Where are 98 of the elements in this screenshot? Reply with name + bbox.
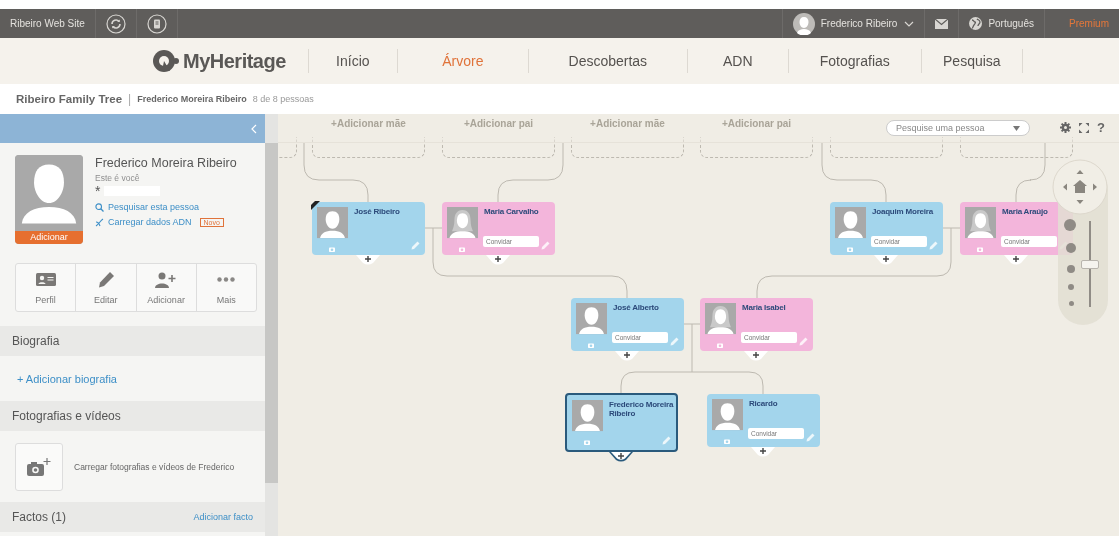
- mail-icon[interactable]: [935, 18, 949, 29]
- person-name: Maria Carvalho: [484, 207, 539, 216]
- id-card-icon: [35, 273, 56, 286]
- nav-tab[interactable]: Descobertas: [528, 49, 688, 73]
- language-selector[interactable]: Português: [988, 18, 1034, 29]
- avatar-icon[interactable]: [792, 12, 815, 35]
- add-relative-tab[interactable]: [874, 255, 898, 265]
- site-name[interactable]: Ribeiro Web Site: [10, 18, 85, 29]
- people-count: 8 de 8 pessoas: [252, 94, 314, 104]
- subtitle: Este é você: [95, 173, 141, 183]
- empty-parent-slot[interactable]: [830, 137, 943, 158]
- help-button[interactable]: ?: [1097, 121, 1105, 134]
- person-name: Maria Isabel: [742, 303, 786, 312]
- nav-tab[interactable]: Pesquisa: [921, 49, 1023, 73]
- dropdown-caret-icon[interactable]: [1013, 125, 1020, 131]
- upload-text: Carregar fotografias e vídeos de Frederico: [74, 462, 235, 472]
- tree-name[interactable]: Ribeiro Family Tree: [16, 93, 123, 105]
- upload-photo-button[interactable]: [15, 443, 63, 491]
- camera-icon[interactable]: [581, 438, 593, 446]
- connector-line: [497, 141, 564, 203]
- camera-add-icon: [27, 458, 51, 476]
- pencil-icon[interactable]: [929, 241, 938, 250]
- person-name: Ricardo: [749, 399, 778, 408]
- add-relative-tab[interactable]: [609, 452, 633, 462]
- pencil-icon[interactable]: [411, 241, 420, 250]
- person-name: Maria Araújo: [1002, 207, 1048, 216]
- empty-parent-slot[interactable]: [700, 137, 813, 158]
- pan-control[interactable]: [1052, 159, 1108, 215]
- nav-tab[interactable]: ADN: [687, 49, 789, 73]
- section-title: Fotografias e vídeos: [12, 409, 121, 423]
- pencil-icon[interactable]: [670, 337, 679, 346]
- scrollbar[interactable]: [265, 114, 278, 536]
- zoom-level-dot[interactable]: [1068, 284, 1074, 290]
- camera-icon[interactable]: [974, 245, 986, 253]
- connector-line: [303, 141, 369, 203]
- birth-mark: *: [95, 185, 101, 197]
- slider-thumb[interactable]: [1081, 259, 1099, 269]
- empty-parent-slot[interactable]: [312, 137, 425, 158]
- person-name[interactable]: Frederico Moreira Ribeiro: [137, 94, 247, 104]
- person-card[interactable]: José Ribeiro: [312, 202, 425, 255]
- collapse-icon[interactable]: [251, 123, 257, 134]
- zoom-level-dot[interactable]: [1068, 300, 1074, 306]
- pencil-icon[interactable]: [799, 337, 808, 346]
- chevron-down-icon[interactable]: [904, 20, 915, 27]
- edit-button[interactable]: Editar: [76, 264, 137, 311]
- settings-icon[interactable]: [1060, 122, 1071, 133]
- nav-tab[interactable]: Árvore: [397, 49, 529, 73]
- connector-line: [1015, 141, 1046, 203]
- add-relative-tab[interactable]: [615, 351, 639, 361]
- more-button[interactable]: Mais: [196, 264, 256, 311]
- document-icon[interactable]: [146, 13, 167, 34]
- person-name: José Ribeiro: [354, 207, 400, 216]
- pencil-icon: [96, 270, 115, 289]
- search-icon: [95, 202, 104, 212]
- camera-icon[interactable]: [326, 245, 338, 253]
- camera-icon[interactable]: [456, 245, 468, 253]
- add-photo-button[interactable]: Adicionar: [15, 231, 83, 244]
- user-name[interactable]: Frederico Ribeiro: [820, 18, 898, 29]
- upload-dna-link[interactable]: Carregar dados ADN: [108, 217, 192, 227]
- add-fact-link[interactable]: Adicionar facto: [193, 512, 253, 522]
- profile-button[interactable]: Perfil: [16, 264, 77, 311]
- person-name: Frederico Moreira Ribeiro: [609, 400, 674, 418]
- add-relative-tab[interactable]: [744, 351, 768, 361]
- zoom-level-dot[interactable]: [1067, 265, 1075, 273]
- nav-tab[interactable]: Fotografias: [788, 49, 922, 73]
- pencil-icon[interactable]: [662, 436, 671, 445]
- add-relative-tab[interactable]: [486, 255, 510, 265]
- connector-line: [821, 141, 887, 203]
- add-button[interactable]: Adicionar: [136, 264, 197, 311]
- camera-icon[interactable]: [714, 341, 726, 349]
- empty-parent-slot[interactable]: [442, 137, 555, 158]
- add-relative-tab[interactable]: [356, 255, 380, 265]
- person-name: José Alberto: [613, 303, 659, 312]
- empty-parent-slot[interactable]: [571, 137, 684, 158]
- add-relative-tab[interactable]: [1004, 255, 1028, 265]
- search-person-link[interactable]: Pesquisar esta pessoa: [108, 202, 200, 212]
- sync-icon[interactable]: [105, 13, 126, 34]
- person-name: Frederico Moreira Ribeiro: [95, 156, 237, 170]
- search-field[interactable]: Pesquise uma pessoa: [886, 120, 1030, 136]
- fullscreen-icon[interactable]: [1079, 122, 1089, 133]
- camera-icon[interactable]: [721, 437, 733, 445]
- add-person-icon: [155, 271, 178, 288]
- pencil-icon[interactable]: [806, 433, 815, 442]
- pencil-icon[interactable]: [541, 241, 550, 250]
- add-relative-tab[interactable]: [751, 447, 775, 457]
- add-biography-link[interactable]: + Adicionar biografia: [0, 356, 265, 401]
- section-title: Biografia: [12, 334, 60, 348]
- nav-tab[interactable]: Início: [308, 49, 398, 73]
- camera-icon[interactable]: [844, 245, 856, 253]
- separator: |: [128, 92, 132, 106]
- logo-icon: [152, 49, 180, 73]
- selected-person-card[interactable]: Frederico Moreira Ribeiro: [565, 393, 678, 452]
- person-name: Joaquim Moreira: [872, 207, 934, 216]
- camera-icon[interactable]: [585, 341, 597, 349]
- logo-text[interactable]: MyHeritage: [183, 49, 286, 73]
- more-icon: [217, 277, 236, 282]
- zoom-level-dot[interactable]: [1066, 243, 1076, 253]
- section-title: Factos (1): [12, 510, 66, 524]
